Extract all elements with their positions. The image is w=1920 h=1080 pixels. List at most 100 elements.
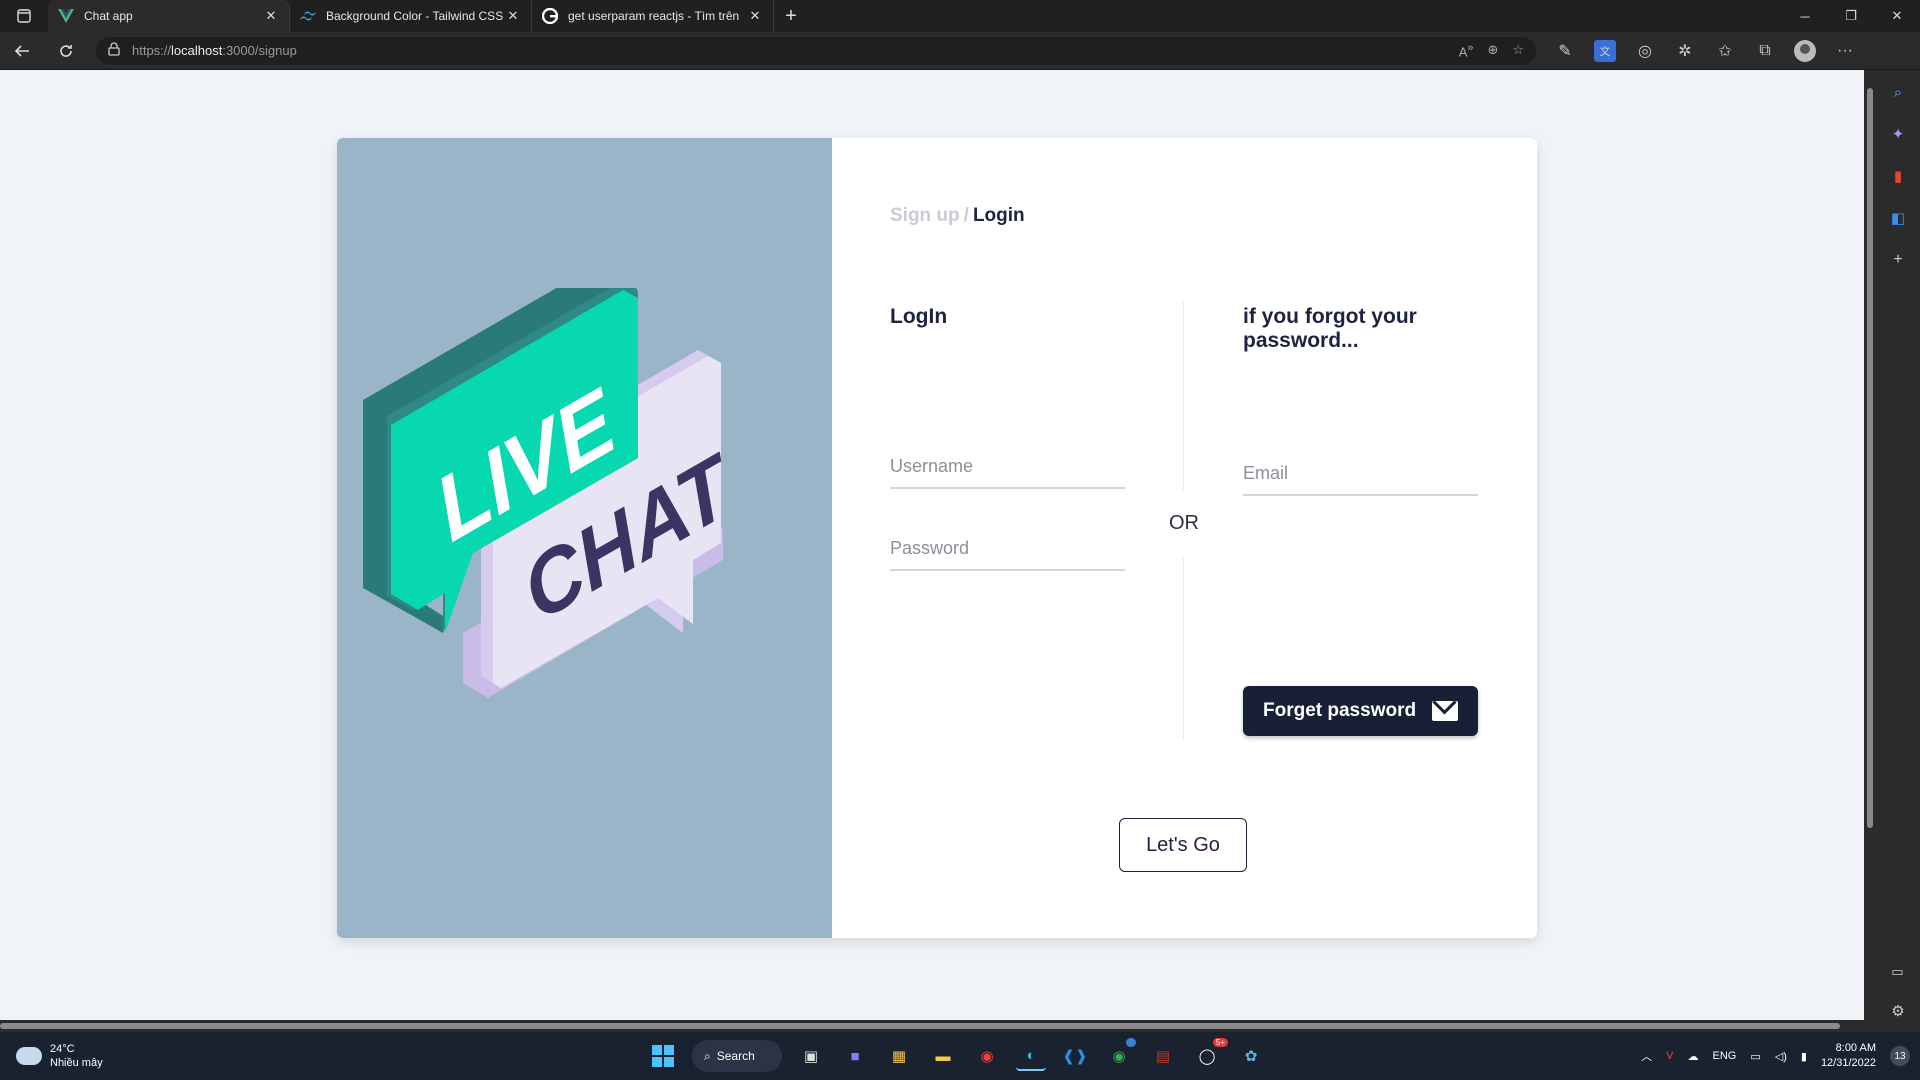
close-window-icon[interactable]: ✕ — [1874, 0, 1920, 32]
close-tab-icon[interactable]: ✕ — [505, 8, 521, 24]
language-indicator[interactable]: ENG — [1713, 1050, 1737, 1062]
tab-title: Chat app — [84, 9, 133, 23]
extensions-icon[interactable]: ✲ — [1674, 40, 1696, 62]
tab-chat-app[interactable]: Chat app ✕ — [48, 0, 290, 32]
auth-card: CHAT LIVE Sign up / Login LogIn Username P… — [337, 138, 1537, 938]
tailwind-icon — [300, 8, 316, 24]
add-favorite-icon[interactable]: ☆ — [1512, 42, 1524, 59]
mail-icon — [1432, 701, 1458, 721]
url-path: :3000/signup — [222, 43, 297, 58]
breadcrumb: Sign up / Login — [890, 205, 1025, 227]
chrome-badge: 1 — [1125, 1038, 1136, 1047]
new-tab-button[interactable]: + — [774, 0, 808, 32]
password-input[interactable]: Password — [890, 538, 1125, 571]
tab-google-search[interactable]: get userparam reactjs - Tìm trên ✕ — [532, 0, 774, 32]
forget-password-label: Forget password — [1263, 700, 1417, 721]
hide-sidebar-icon[interactable]: ▭ — [1891, 964, 1904, 980]
outlook-icon[interactable]: ◧ — [1891, 209, 1905, 227]
chrome-profile-icon[interactable]: ◉ 1 — [1104, 1038, 1136, 1071]
lock-icon — [108, 42, 120, 59]
scroll-thumb[interactable] — [0, 1023, 1840, 1029]
minimize-icon[interactable]: ─ — [1782, 0, 1828, 32]
search-icon: ⌕ — [704, 1048, 711, 1063]
edge-icon[interactable]: ◐ — [1016, 1041, 1046, 1071]
temperature: 24°C — [50, 1042, 75, 1055]
back-icon[interactable] — [0, 32, 44, 70]
zalo-icon[interactable]: ◯ 5+ — [1192, 1038, 1228, 1071]
lets-go-button[interactable]: Let's Go — [1119, 818, 1247, 872]
taskbar-search[interactable]: ⌕ Search — [692, 1040, 782, 1072]
tab-actions-icon[interactable] — [0, 0, 48, 32]
breadcrumb-current: Login — [972, 205, 1025, 226]
file-explorer-icon[interactable]: ▬ — [928, 1041, 958, 1071]
volume-icon[interactable]: ◁) — [1775, 1050, 1787, 1063]
divider-bottom — [1183, 558, 1184, 740]
system-tray: ︿ V ☁ ENG ▭ ◁) ▮ 8:00 AM 12/31/2022 13 — [1641, 1032, 1910, 1080]
vertical-scrollbar[interactable] — [1864, 70, 1876, 1032]
taskbar-search-label: Search — [716, 1049, 755, 1063]
winrar-icon[interactable]: ▤ — [1148, 1041, 1178, 1071]
date: 12/31/2022 — [1820, 1057, 1876, 1069]
network-icon[interactable]: ▭ — [1750, 1050, 1760, 1063]
sidebar-search-icon[interactable]: ⌕ — [1894, 84, 1902, 101]
weather-text: Nhiều mây — [50, 1057, 103, 1069]
task-view-icon[interactable]: ▣ — [796, 1041, 826, 1071]
vscode-icon[interactable]: ❰❱ — [1060, 1041, 1090, 1071]
login-title: LogIn — [890, 305, 948, 328]
weather-widget[interactable]: 24°C Nhiều mây — [16, 1042, 103, 1071]
forget-password-button[interactable]: Forget password — [1243, 686, 1478, 736]
onedrive-icon[interactable]: ☁ — [1688, 1050, 1699, 1063]
vue-icon — [58, 8, 74, 24]
chrome-icon[interactable]: ◉ — [972, 1041, 1002, 1071]
windows-taskbar: 24°C Nhiều mây ⌕ Search ▣ ■ ▦ ▬ ◉ ◐ ❰❱ ◉… — [0, 1032, 1920, 1080]
taskbar-apps: ⌕ Search ▣ ■ ▦ ▬ ◉ ◐ ❰❱ ◉ 1 ▤ ◯ 5+ ✿ — [648, 1032, 1266, 1080]
close-tab-icon[interactable]: ✕ — [263, 8, 279, 24]
breadcrumb-separator: / — [963, 205, 969, 226]
close-tab-icon[interactable]: ✕ — [747, 8, 763, 24]
battery-icon[interactable]: ▮ — [1801, 1050, 1807, 1063]
tab-tailwind[interactable]: Background Color - Tailwind CSS ✕ — [290, 0, 532, 32]
teams-icon[interactable]: ■ — [840, 1041, 870, 1071]
more-menu-icon[interactable]: ··· — [1834, 40, 1856, 62]
favorites-icon[interactable]: ✩ — [1714, 40, 1736, 62]
extension-pen-icon[interactable]: ✎ — [1554, 40, 1576, 62]
refresh-icon[interactable] — [44, 32, 88, 70]
office-icon[interactable]: ▮ — [1894, 167, 1902, 185]
clock[interactable]: 8:00 AM 12/31/2022 — [1821, 1041, 1876, 1072]
horizontal-scrollbar[interactable] — [0, 1020, 1864, 1032]
copilot-icon[interactable]: ✦ — [1892, 125, 1905, 143]
forgot-title: if you forgot your password... — [1243, 305, 1417, 352]
notification-count[interactable]: 13 — [1890, 1046, 1910, 1066]
address-toolbar: https:// localhost :3000/signup A» ⊕ ☆ ✎… — [0, 32, 1920, 70]
time: 8:00 AM — [1835, 1041, 1876, 1054]
cloud-icon — [16, 1047, 42, 1065]
translate-icon[interactable]: 文 — [1594, 39, 1616, 62]
store-icon[interactable]: ▦ — [884, 1041, 914, 1071]
tab-title: Background Color - Tailwind CSS — [326, 9, 504, 23]
read-aloud-icon[interactable]: A» — [1459, 42, 1474, 59]
add-sidebar-icon[interactable]: + — [1893, 251, 1902, 269]
sidebar-settings-icon[interactable]: ⚙ — [1891, 1002, 1904, 1020]
or-label: OR — [1169, 512, 1199, 534]
vivaldi-tray-icon[interactable]: V — [1666, 1050, 1673, 1062]
username-input[interactable]: Username — [890, 456, 1125, 489]
breadcrumb-signup-link[interactable]: Sign up — [890, 205, 960, 226]
live-chat-illustration: CHAT LIVE — [363, 288, 746, 698]
email-input[interactable]: Email — [1243, 463, 1478, 496]
compass-icon[interactable]: ◎ — [1634, 40, 1656, 62]
zalo-badge: 5+ — [1212, 1038, 1228, 1047]
google-icon — [542, 8, 558, 24]
hero-panel: CHAT LIVE — [337, 138, 832, 938]
url-bar[interactable]: https:// localhost :3000/signup A» ⊕ ☆ — [96, 36, 1536, 65]
profile-avatar[interactable] — [1794, 39, 1816, 62]
tray-overflow-icon[interactable]: ︿ — [1641, 1048, 1652, 1064]
scroll-thumb[interactable] — [1867, 88, 1873, 828]
app-icon[interactable]: ✿ — [1236, 1041, 1266, 1071]
collections-icon[interactable]: ⧉ — [1754, 40, 1776, 62]
windows-start-icon[interactable] — [648, 1041, 678, 1071]
restore-icon[interactable]: ❐ — [1828, 0, 1874, 32]
divider-top — [1183, 302, 1184, 490]
zoom-icon[interactable]: ⊕ — [1487, 42, 1498, 59]
tab-strip: Chat app ✕ Background Color - Tailwind C… — [0, 0, 1920, 32]
extensions-area: ✎ 文 ◎ ✲ ✩ ⧉ ··· — [1554, 39, 1856, 62]
